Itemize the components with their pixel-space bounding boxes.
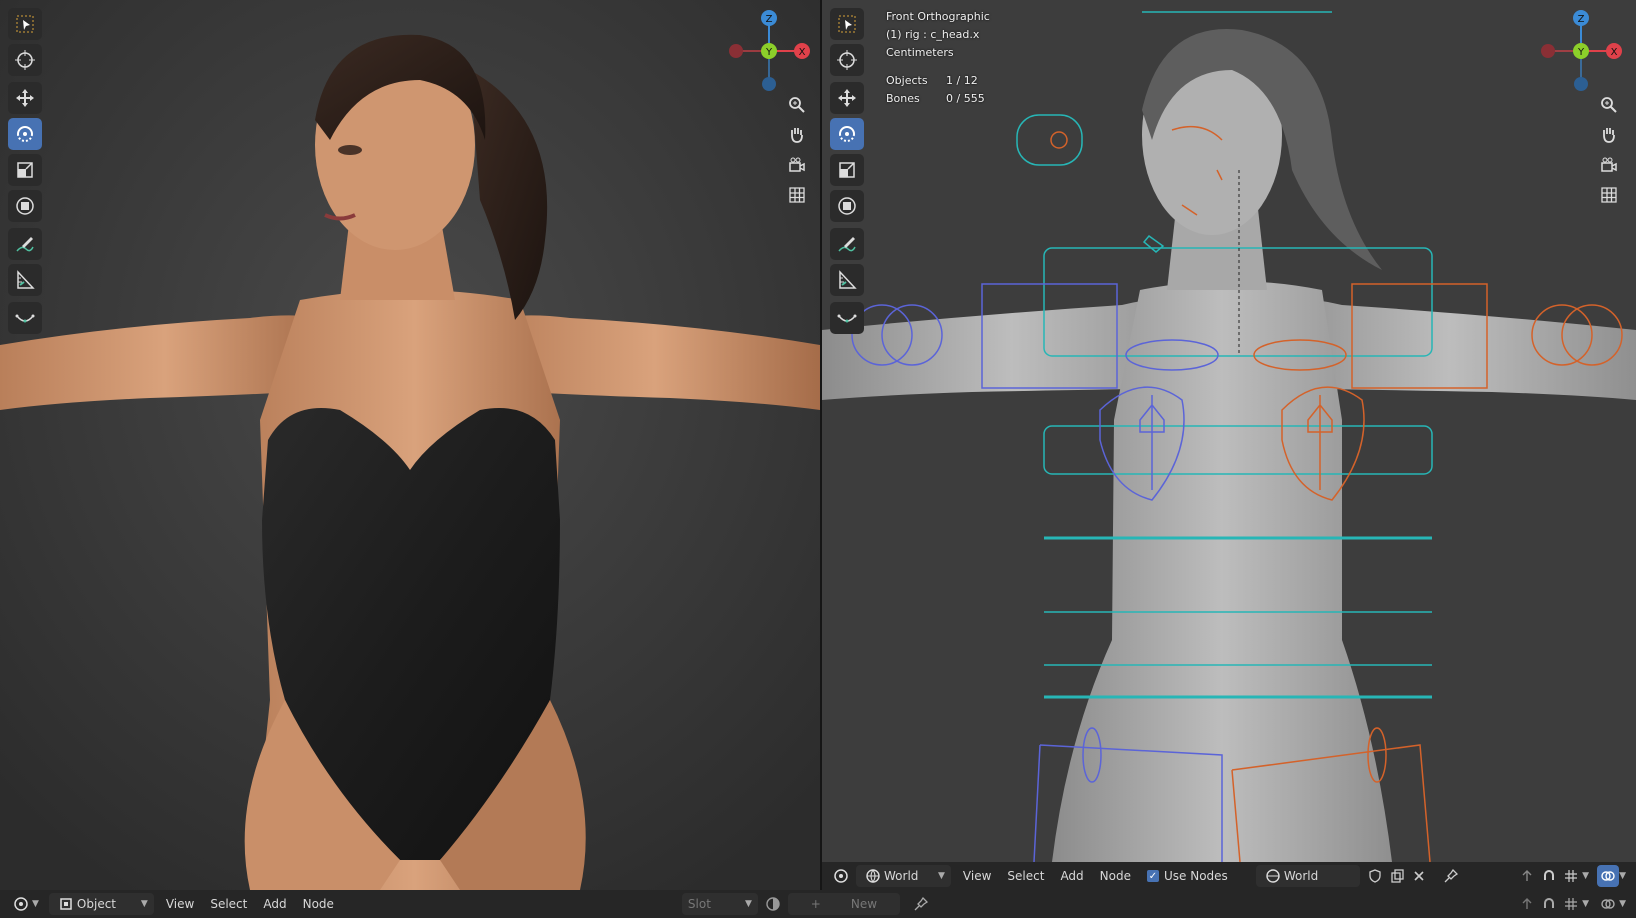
chevron-down-icon[interactable]: ▼: [1619, 899, 1626, 909]
menu-select[interactable]: Select: [1007, 869, 1044, 883]
rotate-icon[interactable]: [830, 118, 864, 150]
chevron-down-icon: ▼: [938, 871, 945, 881]
gizmo-z-label: Z: [1578, 14, 1585, 25]
transform-icon[interactable]: [8, 190, 42, 222]
overlay-toggle-icon[interactable]: [1597, 865, 1620, 887]
new-material-button[interactable]: + New: [787, 893, 900, 915]
duplicate-icon[interactable]: [1386, 865, 1408, 887]
rendered-character-scene: [0, 0, 820, 890]
objects-count: 1 / 12: [946, 74, 978, 87]
use-nodes-toggle[interactable]: ✓ Use Nodes: [1147, 869, 1228, 883]
menu-view[interactable]: View: [963, 869, 991, 883]
transform-icon[interactable]: [830, 190, 864, 222]
use-nodes-label: Use Nodes: [1164, 869, 1228, 883]
axis-gizmo[interactable]: Z X Y: [724, 6, 814, 96]
annotate-icon[interactable]: [830, 228, 864, 260]
tool-shelf: [8, 8, 46, 338]
bones-count: 0 / 555: [946, 92, 985, 105]
chevron-down-icon[interactable]: ▼: [1619, 871, 1626, 881]
active-object: (1) rig : c_head.x: [886, 28, 980, 41]
menu-select[interactable]: Select: [210, 897, 247, 911]
pin-icon[interactable]: [1440, 865, 1462, 887]
menu-add[interactable]: Add: [263, 897, 286, 911]
fake-user-icon[interactable]: [1364, 865, 1386, 887]
menu-node[interactable]: Node: [303, 897, 334, 911]
units-label: Centimeters: [886, 46, 954, 59]
measure-icon[interactable]: [8, 264, 42, 296]
axis-gizmo-right[interactable]: Z X Y: [1536, 6, 1626, 96]
object-mode-label: Object: [76, 897, 117, 911]
pan-hand-icon[interactable]: [1596, 122, 1622, 148]
gizmo-y-label: Y: [765, 47, 773, 58]
move-icon[interactable]: [830, 82, 864, 114]
editor-type-icon[interactable]: [10, 893, 32, 915]
pin-icon[interactable]: [910, 893, 932, 915]
slot-label: Slot: [687, 897, 711, 911]
camera-icon[interactable]: [784, 152, 810, 178]
editor-type-icon[interactable]: [830, 865, 852, 887]
plus-icon: +: [810, 897, 821, 911]
parent-icon[interactable]: [1516, 865, 1538, 887]
parent-icon[interactable]: [1516, 893, 1538, 915]
select-box-icon[interactable]: [830, 8, 864, 40]
shader-type-dropdown[interactable]: World ▼: [856, 865, 951, 887]
menu-node[interactable]: Node: [1100, 869, 1131, 883]
snap-icon[interactable]: [1538, 865, 1560, 887]
bone-curve-icon[interactable]: [8, 302, 42, 334]
grid-icon[interactable]: [784, 182, 810, 208]
grid-icon[interactable]: [1596, 182, 1622, 208]
shader-type-label: World: [884, 869, 919, 883]
cursor-icon[interactable]: [8, 44, 42, 76]
rendered-viewport[interactable]: Z X Y: [0, 0, 820, 890]
rotate-icon[interactable]: [8, 118, 42, 150]
world-datablock[interactable]: World: [1255, 865, 1360, 887]
gizmo-x-label: X: [1611, 47, 1618, 58]
bones-label: Bones: [886, 92, 920, 105]
pan-hand-icon[interactable]: [784, 122, 810, 148]
menu-view[interactable]: View: [166, 897, 194, 911]
globe-icon: [862, 865, 884, 887]
menu-add[interactable]: Add: [1060, 869, 1083, 883]
rig-character-scene: [822, 0, 1636, 862]
scale-icon[interactable]: [830, 154, 864, 186]
annotate-icon[interactable]: [8, 228, 42, 260]
gizmo-z-label: Z: [766, 14, 773, 25]
checkbox-icon[interactable]: ✓: [1147, 870, 1159, 882]
unlink-icon[interactable]: [1408, 865, 1430, 887]
objects-label: Objects: [886, 74, 928, 87]
world-datablock-label: World: [1283, 869, 1319, 883]
select-box-icon[interactable]: [8, 8, 42, 40]
chevron-down-icon[interactable]: ▼: [1582, 871, 1589, 881]
view-name: Front Orthographic: [886, 10, 990, 23]
world-icon: [1262, 865, 1284, 887]
bottom-editor-header: ▼ Object ▼ View Select Add Node Slot ▼ +…: [0, 890, 1636, 918]
measure-icon[interactable]: [830, 264, 864, 296]
zoom-icon[interactable]: [784, 92, 810, 118]
cursor-icon[interactable]: [830, 44, 864, 76]
snap-grid-icon[interactable]: [1560, 865, 1582, 887]
snap-icon[interactable]: [1538, 893, 1560, 915]
snap-grid-icon[interactable]: [1560, 893, 1582, 915]
chevron-down-icon: ▼: [745, 899, 752, 909]
overlay-toggle-icon[interactable]: [1597, 893, 1619, 915]
slot-dropdown[interactable]: Slot ▼: [681, 893, 758, 915]
gizmo-x-label: X: [799, 47, 806, 58]
object-icon: [55, 893, 77, 915]
gizmo-y-label: Y: [1577, 47, 1585, 58]
new-label: New: [850, 897, 878, 911]
tool-shelf-right: [830, 8, 868, 338]
zoom-icon[interactable]: [1596, 92, 1622, 118]
shader-editor-header: World ▼ View Select Add Node ✓ Use Nodes…: [822, 862, 1636, 890]
material-sphere-icon[interactable]: [762, 893, 784, 915]
rig-viewport[interactable]: Front Orthographic (1) rig : c_head.x Ce…: [822, 0, 1636, 862]
scale-icon[interactable]: [8, 154, 42, 186]
bone-curve-icon[interactable]: [830, 302, 864, 334]
viewport-info-overlay: Front Orthographic (1) rig : c_head.x Ce…: [886, 8, 990, 108]
object-mode-dropdown[interactable]: Object ▼: [48, 893, 154, 915]
chevron-down-icon[interactable]: ▼: [1582, 899, 1589, 909]
move-icon[interactable]: [8, 82, 42, 114]
chevron-down-icon[interactable]: ▼: [32, 899, 39, 909]
chevron-down-icon: ▼: [140, 899, 148, 909]
camera-icon[interactable]: [1596, 152, 1622, 178]
